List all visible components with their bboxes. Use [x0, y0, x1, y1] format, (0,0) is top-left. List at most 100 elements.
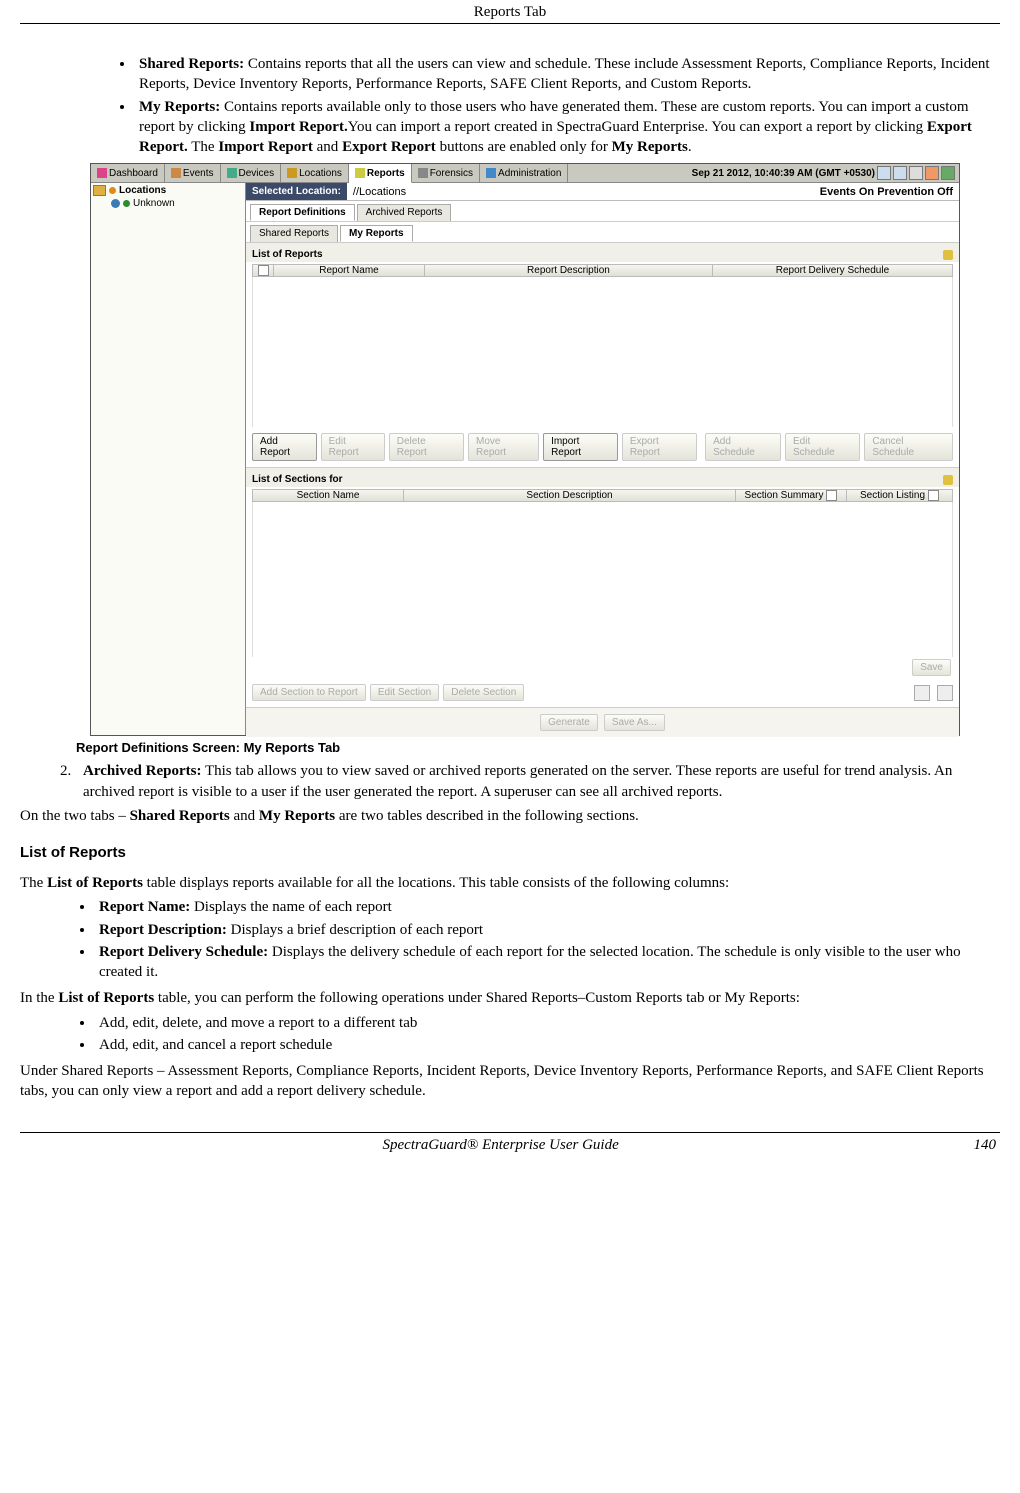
- globe-icon: [111, 199, 120, 208]
- checkbox-icon[interactable]: [258, 265, 269, 276]
- col-report-description[interactable]: Report Description: [425, 265, 713, 276]
- reports-table-header: Report Name Report Description Report De…: [252, 264, 953, 277]
- para-lor-intro: The List of Reports table displays repor…: [20, 873, 1000, 893]
- toolbar-icon[interactable]: [941, 166, 955, 180]
- lor-col-sched: Report Delivery Schedule: Displays the d…: [95, 942, 1000, 983]
- bullet-bold: My Reports:: [139, 99, 220, 115]
- toolbar-icon[interactable]: [877, 166, 891, 180]
- subtab-archived-reports[interactable]: Archived Reports: [357, 204, 452, 221]
- toolbar-icon[interactable]: [925, 166, 939, 180]
- lor-columns-list: Report Name: Displays the name of each r…: [20, 897, 1000, 982]
- page-header: Reports Tab: [20, 0, 1000, 23]
- para-two-tabs: On the two tabs – Shared Reports and My …: [20, 806, 1000, 826]
- save-button[interactable]: Save: [912, 659, 951, 676]
- bullet-text: Contains reports that all the users can …: [139, 56, 990, 92]
- header-rule: [20, 23, 1000, 24]
- export-report-button[interactable]: Export Report: [622, 433, 697, 461]
- edit-schedule-button[interactable]: Edit Schedule: [785, 433, 860, 461]
- toolbar-icon[interactable]: [893, 166, 907, 180]
- devices-icon: [227, 168, 237, 178]
- bullet-bold: Shared Reports:: [139, 56, 244, 72]
- events-icon: [171, 168, 181, 178]
- sections-table-header: Section Name Section Description Section…: [252, 489, 953, 502]
- move-up-icon[interactable]: [914, 685, 930, 701]
- screenshot: Dashboard Events Devices Locations Repor…: [90, 163, 960, 736]
- delete-section-button[interactable]: Delete Section: [443, 684, 524, 701]
- move-down-icon[interactable]: [937, 685, 953, 701]
- report-button-row: Add Report Edit Report Delete Report Mov…: [246, 427, 959, 467]
- para-under-shared: Under Shared Reports – Assessment Report…: [20, 1061, 1000, 1102]
- tab-forensics[interactable]: Forensics: [412, 164, 480, 182]
- subtab-report-definitions[interactable]: Report Definitions: [250, 204, 355, 221]
- tab-administration[interactable]: Administration: [480, 164, 568, 182]
- lor-col-desc: Report Description: Displays a brief des…: [95, 920, 1000, 940]
- numbered-list: Archived Reports: This tab allows you to…: [20, 761, 1000, 802]
- section-button-row: Add Section to Report Edit Section Delet…: [246, 678, 959, 707]
- footer-page-number: 140: [973, 1137, 996, 1154]
- heading-list-of-reports: List of Reports: [20, 844, 1000, 861]
- folder-icon: [93, 185, 106, 196]
- bottom-button-row: Generate Save As...: [246, 707, 959, 737]
- tab-reports[interactable]: Reports: [349, 164, 412, 183]
- list-of-sections-title: List of Sections for: [246, 467, 959, 487]
- location-tree: Locations Unknown: [91, 183, 246, 735]
- add-report-button[interactable]: Add Report: [252, 433, 317, 461]
- page-footer: . SpectraGuard® Enterprise User Guide 14…: [20, 1137, 1000, 1154]
- ops-item: Add, edit, and cancel a report schedule: [95, 1035, 1000, 1055]
- col-section-name[interactable]: Section Name: [253, 490, 404, 501]
- checkbox-icon[interactable]: [826, 490, 837, 501]
- main-panel: Selected Location: //Locations Events On…: [246, 183, 959, 735]
- tree-child[interactable]: Unknown: [111, 196, 243, 209]
- save-as-button[interactable]: Save As...: [604, 714, 665, 731]
- edit-section-button[interactable]: Edit Section: [370, 684, 439, 701]
- cancel-schedule-button[interactable]: Cancel Schedule: [864, 433, 953, 461]
- lor-col-name: Report Name: Displays the name of each r…: [95, 897, 1000, 917]
- ops-list: Add, edit, delete, and move a report to …: [20, 1013, 1000, 1056]
- subtab-my-reports[interactable]: My Reports: [340, 225, 412, 242]
- tab-devices[interactable]: Devices: [221, 164, 282, 182]
- screenshot-caption: Report Definitions Screen: My Reports Ta…: [76, 740, 1000, 755]
- tab-events[interactable]: Events: [165, 164, 221, 182]
- intro-bullet-list: Shared Reports: Contains reports that al…: [20, 54, 1000, 157]
- col-section-description[interactable]: Section Description: [404, 490, 736, 501]
- tree-root[interactable]: Locations: [93, 185, 243, 196]
- info-icon[interactable]: [943, 250, 953, 260]
- move-report-button[interactable]: Move Report: [468, 433, 539, 461]
- delete-report-button[interactable]: Delete Report: [389, 433, 464, 461]
- tab-locations[interactable]: Locations: [281, 164, 349, 182]
- status-dot-icon: [109, 187, 116, 194]
- selected-location-bar: Selected Location: //Locations Events On…: [246, 183, 959, 201]
- reports-table-body: [252, 277, 953, 427]
- numbered-item-archived: Archived Reports: This tab allows you to…: [75, 761, 1000, 802]
- toolbar-icon[interactable]: [909, 166, 923, 180]
- list-of-reports-title: List of Reports: [246, 242, 959, 262]
- add-section-button[interactable]: Add Section to Report: [252, 684, 366, 701]
- col-checkbox[interactable]: [253, 265, 274, 276]
- edit-report-button[interactable]: Edit Report: [321, 433, 385, 461]
- info-icon[interactable]: [943, 475, 953, 485]
- generate-button[interactable]: Generate: [540, 714, 598, 731]
- main-toolbar: Dashboard Events Devices Locations Repor…: [91, 164, 959, 183]
- bullet-my-reports: My Reports: Contains reports available o…: [135, 97, 1000, 158]
- col-report-schedule[interactable]: Report Delivery Schedule: [713, 265, 952, 276]
- col-section-listing[interactable]: Section Listing: [847, 490, 952, 501]
- checkbox-icon[interactable]: [928, 490, 939, 501]
- selected-location-label: Selected Location:: [246, 183, 347, 200]
- locations-icon: [287, 168, 297, 178]
- admin-icon: [486, 168, 496, 178]
- subtab-shared-reports[interactable]: Shared Reports: [250, 225, 338, 242]
- col-report-name[interactable]: Report Name: [274, 265, 425, 276]
- reports-icon: [355, 168, 365, 178]
- location-path: //Locations: [347, 186, 820, 198]
- import-report-button[interactable]: Import Report: [543, 433, 618, 461]
- forensics-icon: [418, 168, 428, 178]
- footer-rule: [20, 1132, 1000, 1133]
- status-dot-icon: [123, 200, 130, 207]
- footer-title: SpectraGuard® Enterprise User Guide: [383, 1137, 619, 1154]
- col-section-summary[interactable]: Section Summary: [736, 490, 847, 501]
- para-ops-intro: In the List of Reports table, you can pe…: [20, 988, 1000, 1008]
- add-schedule-button[interactable]: Add Schedule: [705, 433, 781, 461]
- bullet-shared-reports: Shared Reports: Contains reports that al…: [135, 54, 1000, 95]
- events-status: Events On Prevention Off: [820, 186, 959, 198]
- tab-dashboard[interactable]: Dashboard: [91, 164, 165, 182]
